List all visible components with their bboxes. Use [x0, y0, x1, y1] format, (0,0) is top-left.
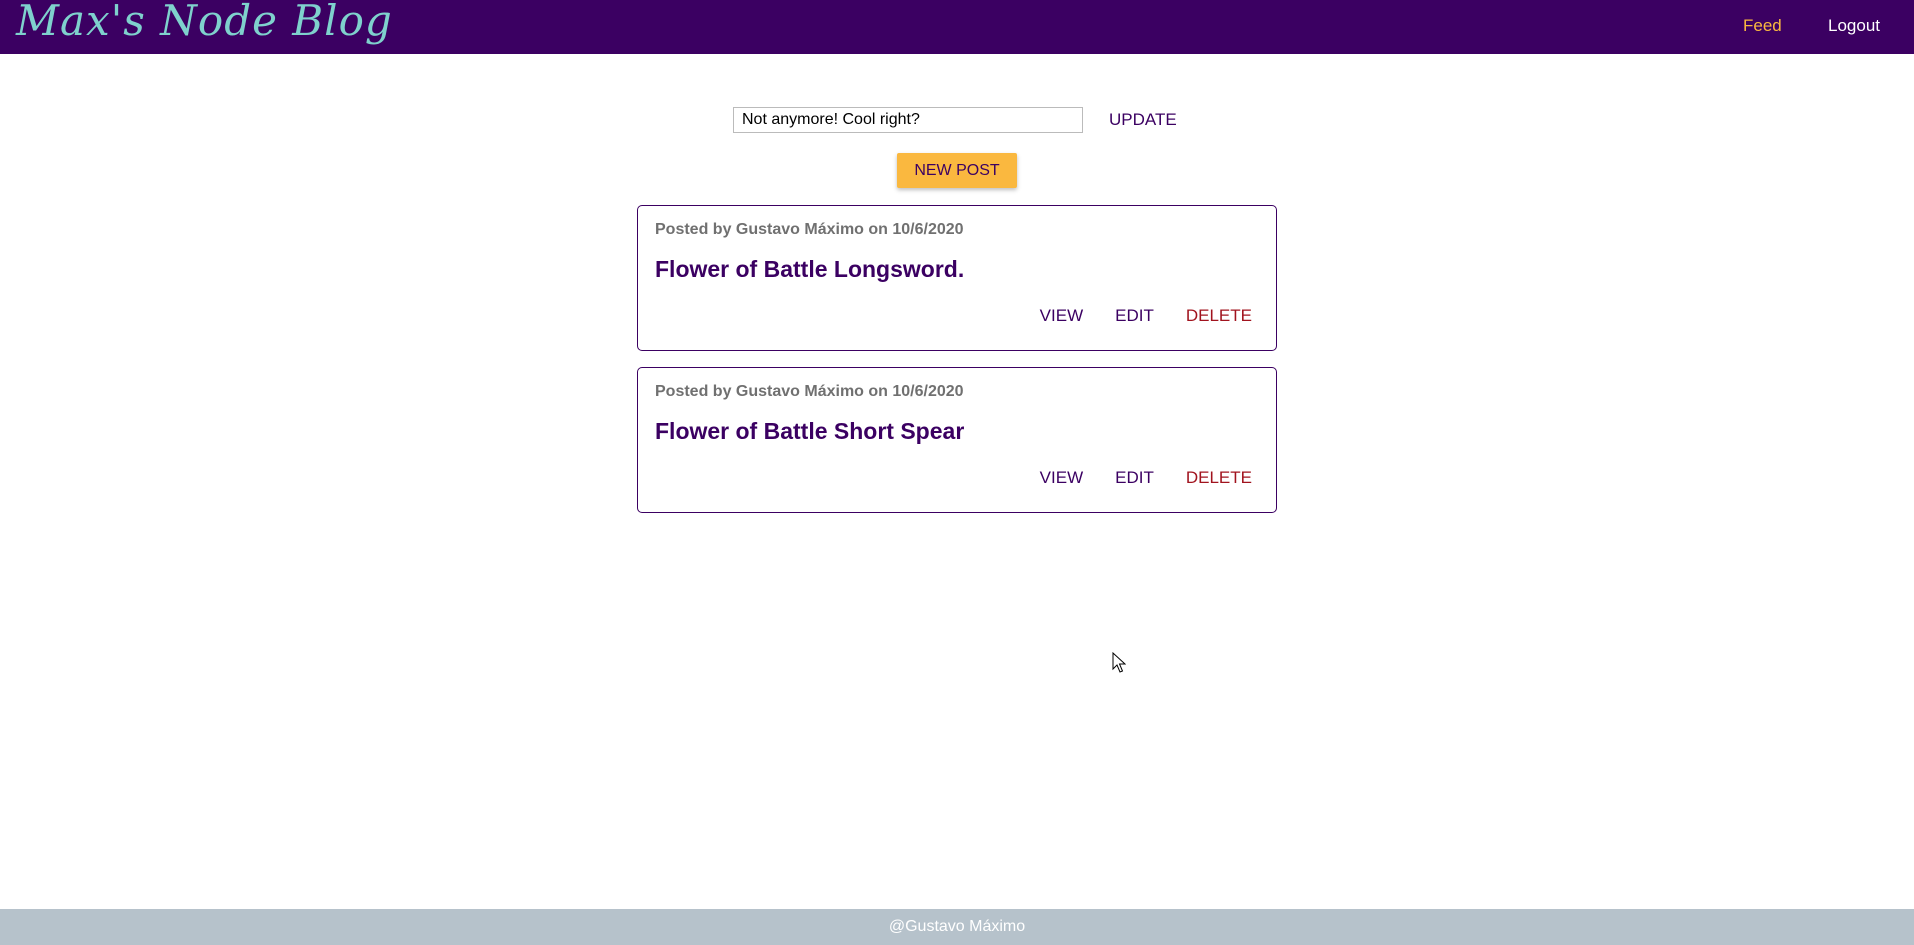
edit-post-button[interactable]: EDIT: [1083, 468, 1154, 488]
post-title: Flower of Battle Short Spear: [655, 418, 965, 444]
view-post-button[interactable]: VIEW: [1008, 306, 1083, 326]
post-card: Posted by Gustavo Máximo on 10/6/2020 Fl…: [637, 205, 1277, 351]
brand-logo[interactable]: Max's Node Blog: [16, 0, 393, 45]
status-input[interactable]: [733, 107, 1083, 133]
update-status-button[interactable]: UPDATE: [1101, 108, 1185, 132]
nav-feed-link[interactable]: Feed: [1743, 16, 1782, 36]
post-actions: VIEW EDIT DELETE: [1008, 306, 1252, 326]
page: Max's Node Blog Feed Logout UPDATE NEW P…: [0, 0, 1914, 945]
view-post-button[interactable]: VIEW: [1008, 468, 1083, 488]
post-meta: Posted by Gustavo Máximo on 10/6/2020: [655, 221, 964, 238]
post-card: Posted by Gustavo Máximo on 10/6/2020 Fl…: [637, 367, 1277, 513]
post-meta: Posted by Gustavo Máximo on 10/6/2020: [655, 383, 964, 400]
logout-button[interactable]: Logout: [1828, 16, 1880, 36]
edit-post-button[interactable]: EDIT: [1083, 306, 1154, 326]
post-actions: VIEW EDIT DELETE: [1008, 468, 1252, 488]
delete-post-button[interactable]: DELETE: [1154, 468, 1252, 488]
mouse-pointer-icon: [1112, 652, 1126, 673]
new-post-button[interactable]: NEW POST: [897, 153, 1017, 188]
post-title: Flower of Battle Longsword.: [655, 256, 965, 282]
delete-post-button[interactable]: DELETE: [1154, 306, 1252, 326]
footer: @Gustavo Máximo: [0, 909, 1914, 945]
top-nav-bar: Max's Node Blog Feed Logout: [0, 0, 1914, 54]
